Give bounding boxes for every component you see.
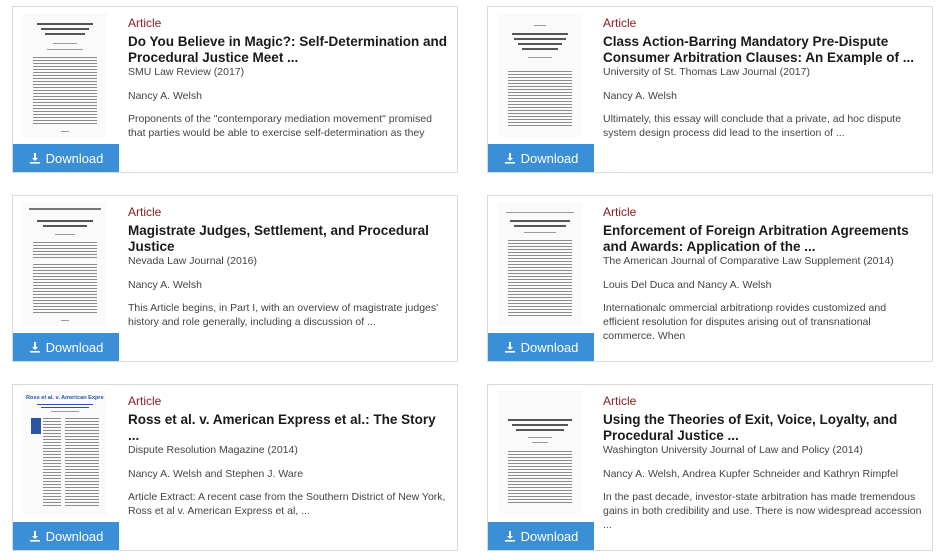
publication-type: Article [603,394,637,408]
download-label: Download [45,150,104,166]
paper-thumbnail[interactable] [498,13,582,137]
download-label: Download [45,528,104,544]
paper-thumbnail[interactable]: Ross et al. v. American Express et al. [23,391,107,515]
publication-journal: The American Journal of Comparative Law … [603,255,894,267]
thumbnail-column: Download [13,196,119,361]
card-content: Article Enforcement of Foreign Arbitrati… [603,205,924,343]
publication-excerpt: Ultimately, this essay will conclude tha… [603,113,902,139]
download-label: Download [520,528,579,544]
paper-thumbnail[interactable] [23,202,107,326]
download-label: Download [520,150,579,166]
publication-type: Article [603,205,637,219]
card-content: Article Class Action-Barring Mandatory P… [603,16,924,140]
publication-type: Article [603,16,637,30]
publication-journal: Nevada Law Journal (2016) [128,255,257,267]
publication-title[interactable]: Enforcement of Foreign Arbitration Agree… [603,223,924,255]
download-label: Download [520,339,579,355]
download-label: Download [45,339,104,355]
publication-card: Ross et al. v. American Express et al. D… [12,384,458,551]
publication-title[interactable]: Class Action-Barring Mandatory Pre-Dispu… [603,34,924,66]
publication-card: Download Article Do You Believe in Magic… [12,6,458,173]
download-icon [504,153,515,164]
publication-excerpt: Proponents of the "contemporary mediatio… [128,113,432,139]
publication-journal: Washington University Journal of Law and… [603,444,863,456]
publications-grid: Download Article Do You Believe in Magic… [0,0,945,560]
thumbnail-header-text: Ross et al. v. American Express et al. [26,395,104,401]
publication-excerpt: Internationalc ommercial arbitrationp ro… [603,302,887,342]
download-button[interactable]: Download [488,522,594,550]
publication-card: Download Article Class Action-Barring Ma… [487,6,933,173]
publication-authors: Louis Del Duca and Nancy A. Welsh [603,279,772,291]
thumbnail-column: Download [488,196,594,361]
card-content: Article Using the Theories of Exit, Voic… [603,394,924,532]
publication-authors: Nancy A. Welsh, Andrea Kupfer Schneider … [603,468,899,480]
publication-authors: Nancy A. Welsh [128,90,202,102]
publication-type: Article [128,205,162,219]
card-content: Article Magistrate Judges, Settlement, a… [128,205,449,329]
download-button[interactable]: Download [488,333,594,361]
paper-thumbnail[interactable] [498,391,582,515]
download-button[interactable]: Download [13,522,119,550]
publication-type: Article [128,394,162,408]
publication-title[interactable]: Using the Theories of Exit, Voice, Loyal… [603,412,924,444]
thumbnail-column: Download [488,7,594,172]
download-icon [504,342,515,353]
download-icon [29,342,40,353]
publication-card: Download Article Using the Theories of E… [487,384,933,551]
download-icon [29,153,40,164]
publication-authors: Nancy A. Welsh [603,90,677,102]
publication-journal: University of St. Thomas Law Journal (20… [603,66,810,78]
card-content: Article Do You Believe in Magic?: Self-D… [128,16,449,140]
publication-authors: Nancy A. Welsh and Stephen J. Ware [128,468,304,480]
download-button[interactable]: Download [13,333,119,361]
publication-excerpt: In the past decade, investor-state arbit… [603,491,922,531]
publication-title[interactable]: Ross et al. v. American Express et al.: … [128,412,449,444]
publication-card: Download Article Magistrate Judges, Sett… [12,195,458,362]
thumbnail-column: Ross et al. v. American Express et al. D… [13,385,119,550]
publication-card: Download Article Enforcement of Foreign … [487,195,933,362]
download-button[interactable]: Download [13,144,119,172]
publication-excerpt: This Article begins, in Part I, with an … [128,302,439,328]
thumbnail-column: Download [488,385,594,550]
thumbnail-column: Download [13,7,119,172]
publication-type: Article [128,16,162,30]
publication-title[interactable]: Magistrate Judges, Settlement, and Proce… [128,223,449,255]
publication-journal: SMU Law Review (2017) [128,66,245,78]
download-button[interactable]: Download [488,144,594,172]
download-icon [504,531,515,542]
download-icon [29,531,40,542]
paper-thumbnail[interactable] [498,202,582,326]
publication-authors: Nancy A. Welsh [128,279,202,291]
card-content: Article Ross et al. v. American Express … [128,394,449,518]
publication-title[interactable]: Do You Believe in Magic?: Self-Determina… [128,34,449,66]
publication-journal: Dispute Resolution Magazine (2014) [128,444,298,456]
publication-excerpt: Article Extract: A recent case from the … [128,491,446,517]
paper-thumbnail[interactable] [23,13,107,137]
